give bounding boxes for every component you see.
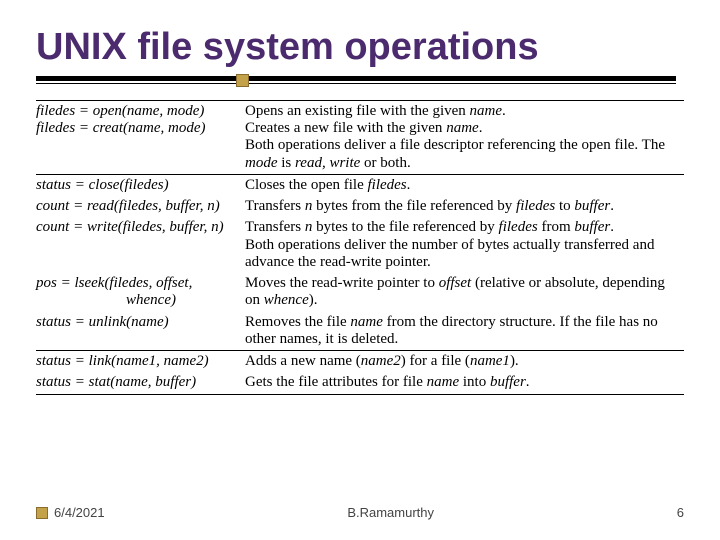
op-read-desc: Transfers n bytes from the file referenc… — [245, 196, 684, 217]
op-close: status = close(filedes) — [36, 174, 245, 196]
footer-author: B.Ramamurthy — [347, 505, 434, 520]
title-underline — [36, 76, 684, 90]
op-unlink-desc: Removes the file name from the directory… — [245, 312, 684, 351]
op-write-desc: Transfers n bytes to the file referenced… — [245, 217, 684, 273]
op-stat: status = stat(name, buffer) — [36, 372, 245, 394]
op-close-desc: Closes the open file filedes. — [245, 174, 684, 196]
footer-page-number: 6 — [677, 505, 684, 520]
op-link: status = link(name1, name2) — [36, 351, 245, 373]
accent-square-icon — [36, 507, 48, 519]
op-lseek: pos = lseek(filedes, offset, whence) — [36, 273, 245, 312]
op-read: count = read(filedes, buffer, n) — [36, 196, 245, 217]
op-open-creat-desc: Opens an existing file with the given na… — [245, 100, 684, 174]
slide-title: UNIX file system operations — [36, 28, 684, 68]
accent-square-icon — [236, 74, 249, 87]
op-open-creat: filedes = open(name, mode) filedes = cre… — [36, 100, 245, 174]
op-unlink: status = unlink(name) — [36, 312, 245, 351]
footer-date: 6/4/2021 — [54, 505, 105, 520]
op-link-desc: Adds a new name (name2) for a file (name… — [245, 351, 684, 373]
slide-footer: 6/4/2021 B.Ramamurthy 6 — [36, 505, 684, 520]
op-write: count = write(filedes, buffer, n) — [36, 217, 245, 273]
op-stat-desc: Gets the file attributes for file name i… — [245, 372, 684, 394]
op-lseek-desc: Moves the read-write pointer to offset (… — [245, 273, 684, 312]
operations-table: filedes = open(name, mode) filedes = cre… — [36, 100, 684, 395]
